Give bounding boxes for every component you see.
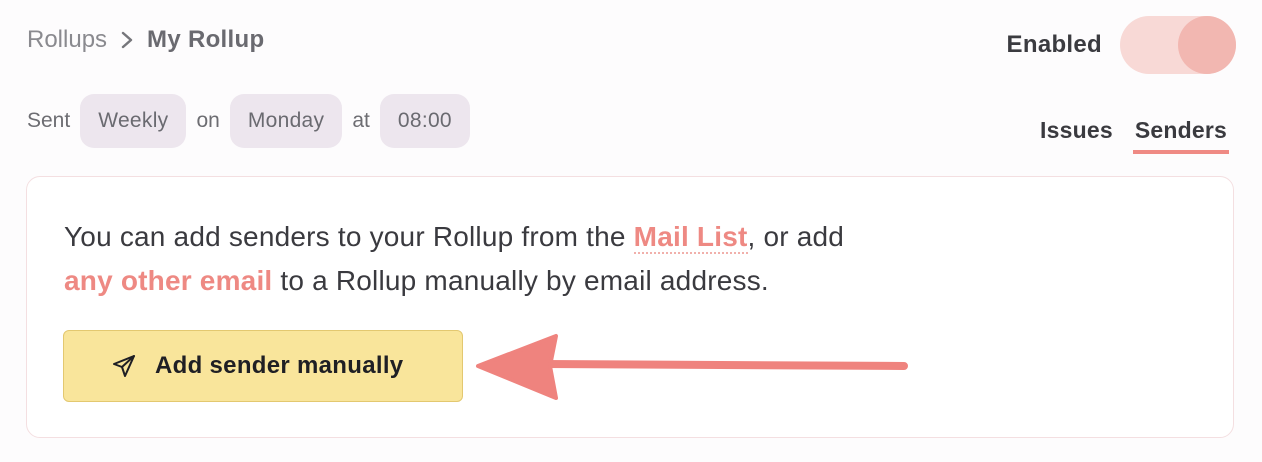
mail-list-link[interactable]: Mail List [633,221,748,254]
tab-issues[interactable]: Issues [1040,115,1113,150]
any-other-email-link[interactable]: any other email [64,265,272,296]
chevron-right-icon [107,30,147,50]
send-icon [111,353,137,379]
tabs: Issues Senders [1020,115,1229,154]
senders-description: You can add senders to your Rollup from … [64,215,1004,303]
tab-senders[interactable]: Senders [1132,115,1229,154]
annotation-arrow-icon [476,334,908,400]
enabled-toggle[interactable] [1120,16,1236,74]
add-sender-manually-button[interactable]: Add sender manually [63,330,463,402]
enabled-label: Enabled [1006,31,1102,58]
description-text-2: , or add [747,221,845,252]
schedule-row: Sent Weekly on Monday at 08:00 [27,94,470,148]
on-label: on [196,109,220,132]
add-sender-button-label: Add sender manually [155,352,404,379]
day-select[interactable]: Monday [229,94,343,148]
at-label: at [352,109,370,132]
description-text-1: You can add senders to your Rollup from … [64,221,634,252]
enabled-status: Enabled [1007,16,1236,74]
breadcrumb-current: My Rollup [147,26,265,53]
time-select[interactable]: 08:00 [379,94,470,148]
toggle-knob [1178,16,1236,74]
description-text-3: to a Rollup manually by email address. [272,265,769,296]
sent-label: Sent [27,109,71,132]
frequency-select[interactable]: Weekly [80,94,187,148]
breadcrumb-rollups-link[interactable]: Rollups [27,24,107,56]
breadcrumb: Rollups My Rollup [27,24,264,56]
